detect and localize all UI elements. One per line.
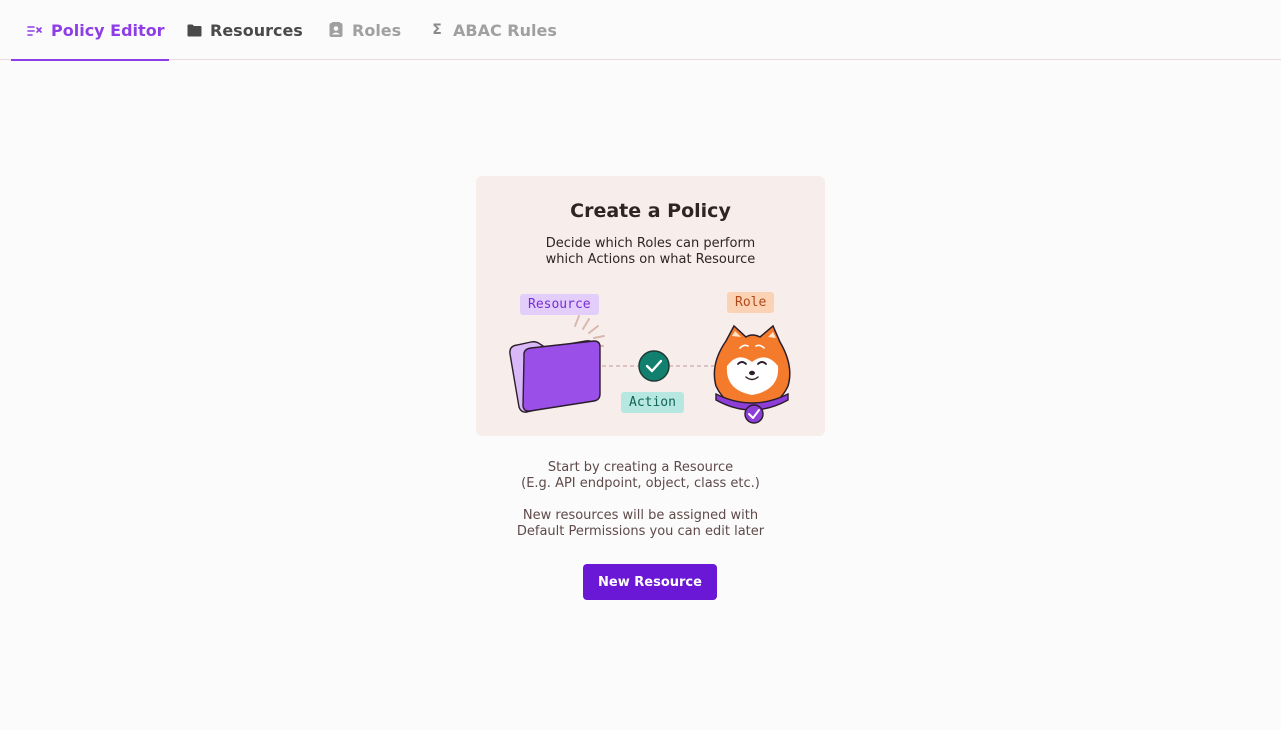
hint-line: Default Permissions you can edit later: [516, 524, 765, 539]
check-circle-icon: [638, 350, 670, 382]
tab-roles[interactable]: Roles: [328, 0, 401, 60]
tab-label: Resources: [210, 20, 303, 40]
folder-illustration-icon: [509, 340, 601, 413]
tab-bar: Policy Editor Resources Roles Σ ABAC Rul…: [0, 0, 1281, 61]
policy-icon: [27, 22, 43, 38]
new-resource-button[interactable]: New Resource: [583, 564, 717, 600]
tab-label: ABAC Rules: [453, 20, 557, 40]
hint-line: New resources will be assigned with: [522, 508, 759, 523]
folder-icon: [186, 22, 202, 38]
action-chip: Action: [621, 392, 684, 413]
create-policy-card: Create a Policy Decide which Roles can p…: [476, 176, 825, 436]
tab-abac-rules[interactable]: Σ ABAC Rules: [429, 0, 557, 60]
tab-resources[interactable]: Resources: [186, 0, 303, 60]
create-resource-hint: Start by creating a Resource (E.g. API e…: [0, 460, 1281, 492]
contact-card-icon: [328, 22, 344, 38]
tab-label: Policy Editor: [51, 20, 165, 40]
tab-policy-editor[interactable]: Policy Editor: [11, 0, 169, 61]
hint-line: (E.g. API endpoint, object, class etc.): [521, 476, 760, 491]
shiba-mascot-icon: [713, 324, 791, 424]
role-chip: Role: [727, 292, 775, 313]
resource-chip: Resource: [520, 294, 599, 315]
default-permissions-hint: New resources will be assigned with Defa…: [0, 508, 1281, 540]
hint-line: Start by creating a Resource: [547, 460, 734, 475]
tab-label: Roles: [352, 20, 402, 40]
sigma-icon: Σ: [432, 22, 442, 38]
